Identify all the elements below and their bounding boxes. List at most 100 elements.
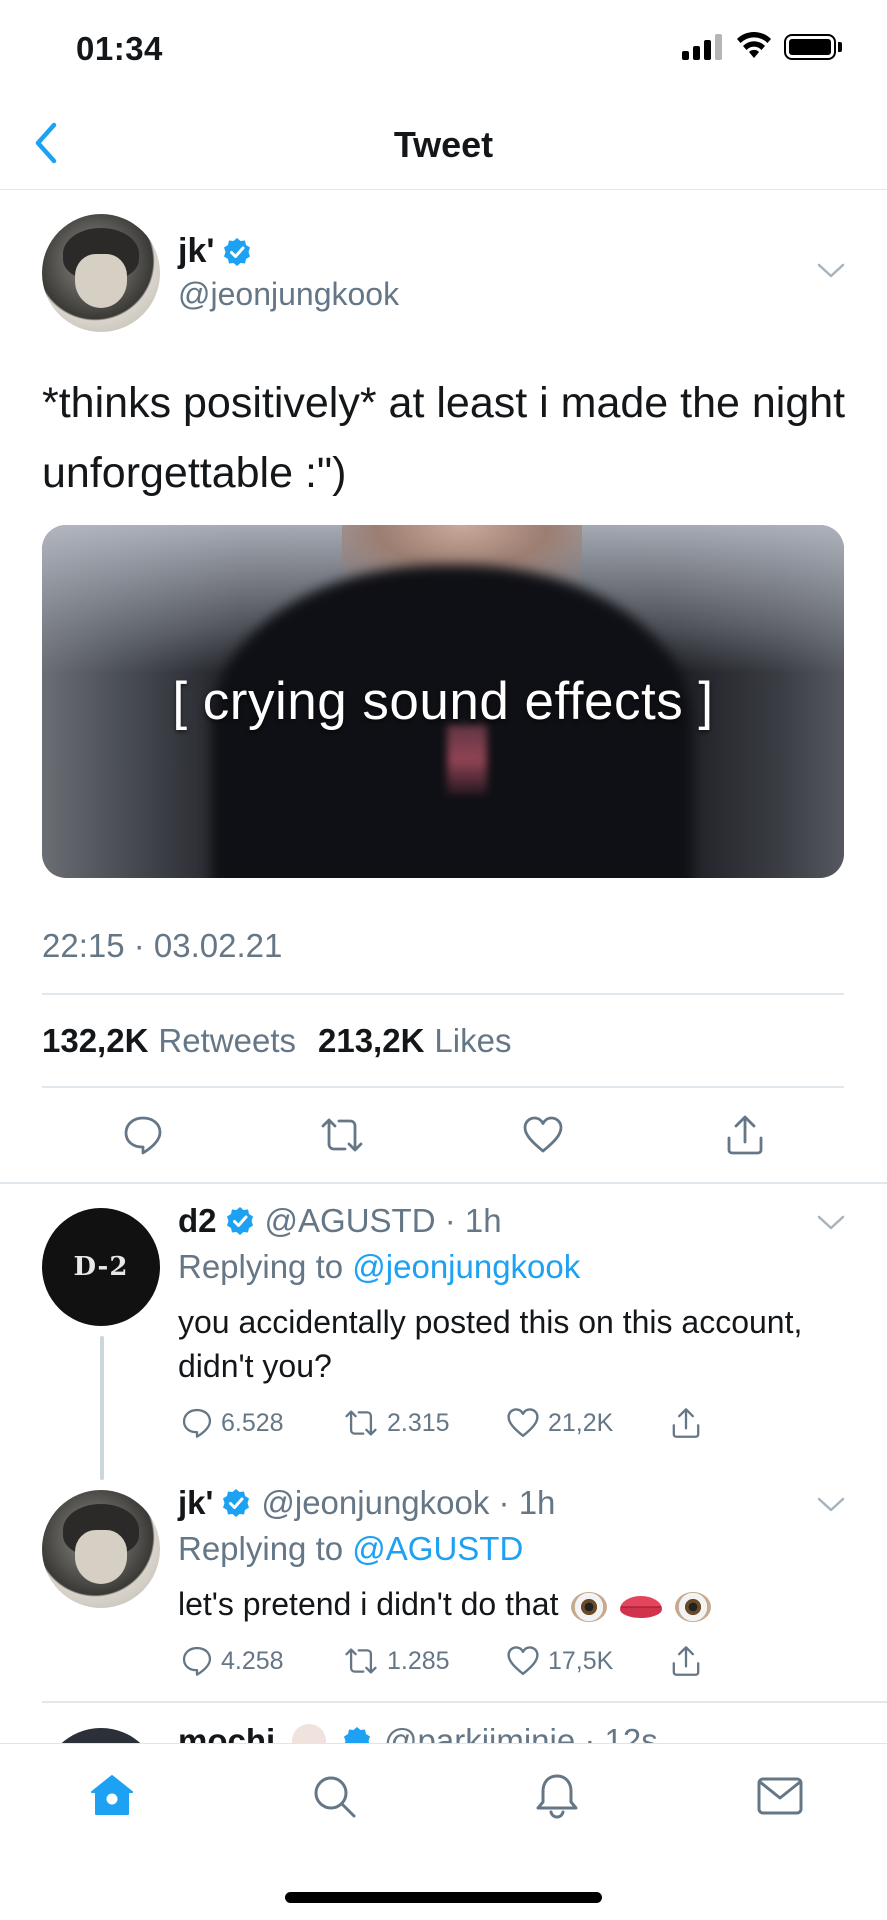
reply-actions: 4.258 1.285 17,5K [178,1645,738,1685]
retweet-button[interactable]: 1.285 [343,1645,450,1677]
retweet-button[interactable] [317,1110,367,1160]
like-button[interactable]: 17,5K [506,1645,613,1677]
tweet-actions [0,1110,887,1164]
home-indicator[interactable] [285,1892,602,1903]
reply-button[interactable]: 4.258 [181,1645,284,1677]
share-icon [727,1115,763,1155]
avatar-label: D-2 [73,1252,129,1282]
bell-icon [536,1774,578,1819]
tweet-timestamp: 22:15 · 03.02.21 [42,927,283,964]
replying-to-link[interactable]: @jeonjungkook [352,1248,580,1285]
share-icon [672,1646,700,1676]
tab-home[interactable] [82,1768,142,1824]
reply-header[interactable]: jk' @jeonjungkook · 1h [178,1484,555,1522]
reply-count: 4.258 [221,1646,284,1675]
reply-icon [182,1646,212,1676]
avatar[interactable] [42,214,160,332]
replying-to: Replying to @AGUSTD [178,1530,523,1568]
like-button[interactable] [518,1110,568,1160]
tab-messages[interactable] [750,1768,810,1824]
tab-search[interactable] [304,1768,364,1824]
status-time: 01:34 [76,30,163,67]
heart-icon [523,1116,563,1153]
tweet-text: *thinks positively* at least i made the … [42,379,846,497]
reply-handle: @parkjiminie · 12s [384,1722,658,1744]
divider [42,1086,844,1088]
tab-notifications[interactable] [527,1768,587,1824]
tweet-author[interactable]: jk' [178,232,252,271]
battery-tip [838,42,842,52]
reply-author-name: jk' [178,1484,214,1521]
retweet-count: 1.285 [387,1646,450,1675]
home-icon [91,1775,133,1815]
replying-to-link[interactable]: @AGUSTD [352,1530,523,1567]
share-button[interactable] [720,1110,770,1160]
retweet-button[interactable]: 2.315 [343,1407,450,1439]
chevron-down-icon[interactable] [816,1496,846,1514]
partial-reply[interactable]: mochi @parkjiminie · 12s [0,1700,887,1744]
like-button[interactable]: 21,2K [506,1407,613,1439]
reply-icon [124,1116,162,1155]
avatar[interactable]: D-2 [42,1208,160,1326]
reply-text-row: let's pretend i didn't do that [178,1582,878,1626]
avatar [42,1728,160,1744]
replying-prefix: Replying to [178,1248,344,1285]
verified-badge-icon [223,1489,250,1517]
share-button[interactable] [670,1645,702,1677]
retweet-icon [321,1118,363,1152]
chevron-down-icon[interactable] [816,1214,846,1232]
author-name: jk' [178,232,215,270]
reply-handle: @AGUSTD · 1h [264,1202,502,1239]
likes-count[interactable]: 213,2K [318,1022,424,1060]
tweet-media[interactable]: [ crying sound effects ] [42,525,844,878]
reply-handle: @jeonjungkook · 1h [261,1484,556,1521]
reply-button[interactable]: 6.528 [181,1407,284,1439]
eye-emoji-icon [571,1591,608,1622]
share-button[interactable] [670,1407,702,1439]
section-divider [0,1182,887,1184]
reply-author-name: mochi [178,1722,276,1744]
verified-badge-icon [344,1727,370,1744]
reply-header[interactable]: d2 @AGUSTD · 1h [178,1202,502,1240]
reply-button[interactable] [118,1110,168,1160]
battery-icon [784,34,836,60]
retweet-icon [345,1410,377,1436]
nav-bar: Tweet [0,100,887,190]
reply-text: you accidentally posted this on this acc… [178,1304,803,1384]
retweets-count[interactable]: 132,2K [42,1022,148,1060]
verified-badge-icon [224,237,251,266]
replying-to: Replying to @jeonjungkook [178,1248,580,1286]
like-count: 21,2K [548,1408,614,1437]
like-count: 17,5K [548,1646,614,1675]
lips-emoji-icon [620,1595,663,1618]
share-icon [672,1408,700,1438]
reply-count: 6.528 [221,1408,284,1437]
page-title: Tweet [393,124,494,165]
media-caption: [ crying sound effects ] [172,672,714,731]
retweets-label[interactable]: Retweets [158,1022,296,1060]
retweet-icon [345,1648,377,1674]
search-icon [314,1776,356,1818]
reply-text: let's pretend i didn't do that [178,1586,559,1622]
divider [42,993,844,995]
emoji-icon [292,1724,326,1744]
author-handle: @jeonjungkook [178,276,400,312]
likes-label[interactable]: Likes [434,1022,511,1060]
verified-badge-icon [226,1207,253,1235]
wifi-icon [736,30,772,65]
replying-prefix: Replying to [178,1530,344,1567]
tweet-stats: 132,2K Retweets 213,2K Likes [42,1022,523,1060]
status-bar: 01:34 [0,0,887,100]
media-figure-detail [447,725,487,795]
retweet-count: 2.315 [387,1408,450,1437]
avatar[interactable] [42,1490,160,1608]
thread-connector [100,1336,104,1480]
chevron-down-icon[interactable] [816,262,846,280]
cellular-signal-icon [682,34,724,60]
eye-emoji-icon [675,1591,712,1622]
reply-author-name: d2 [178,1202,217,1239]
mail-icon [757,1777,803,1815]
reply-actions: 6.528 2.315 21,2K [178,1407,738,1447]
reply-icon [182,1408,212,1438]
heart-icon [507,1646,539,1675]
